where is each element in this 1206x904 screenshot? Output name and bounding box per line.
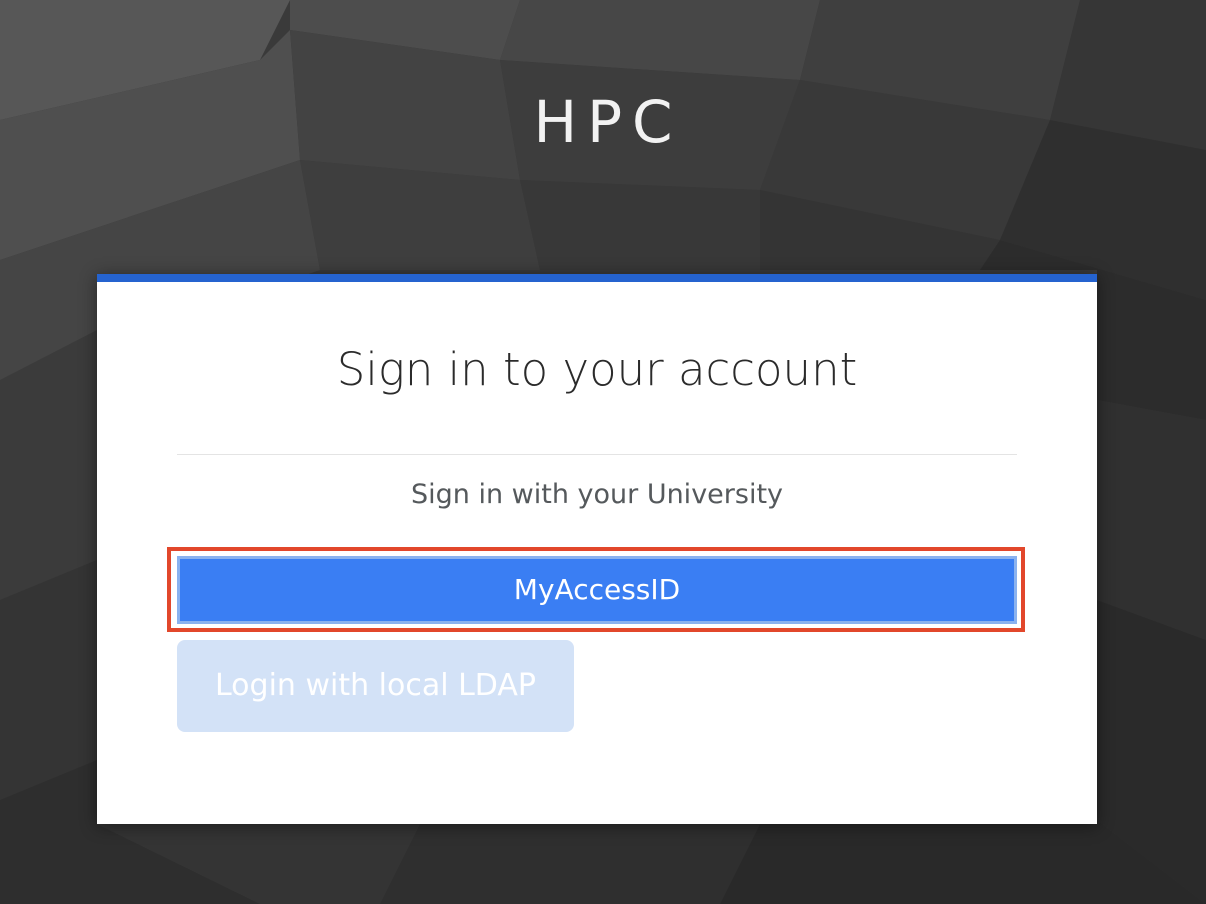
ldap-login-button[interactable]: Login with local LDAP <box>177 640 574 732</box>
page-title: Sign in to your account <box>336 343 858 396</box>
section-divider <box>177 454 1017 455</box>
myaccessid-button[interactable]: MyAccessID <box>177 556 1017 624</box>
idp-section-label: Sign in with your University <box>410 479 784 510</box>
realm-title: HPC <box>533 88 683 156</box>
login-card: Sign in to your account Sign in with you… <box>97 274 1097 824</box>
